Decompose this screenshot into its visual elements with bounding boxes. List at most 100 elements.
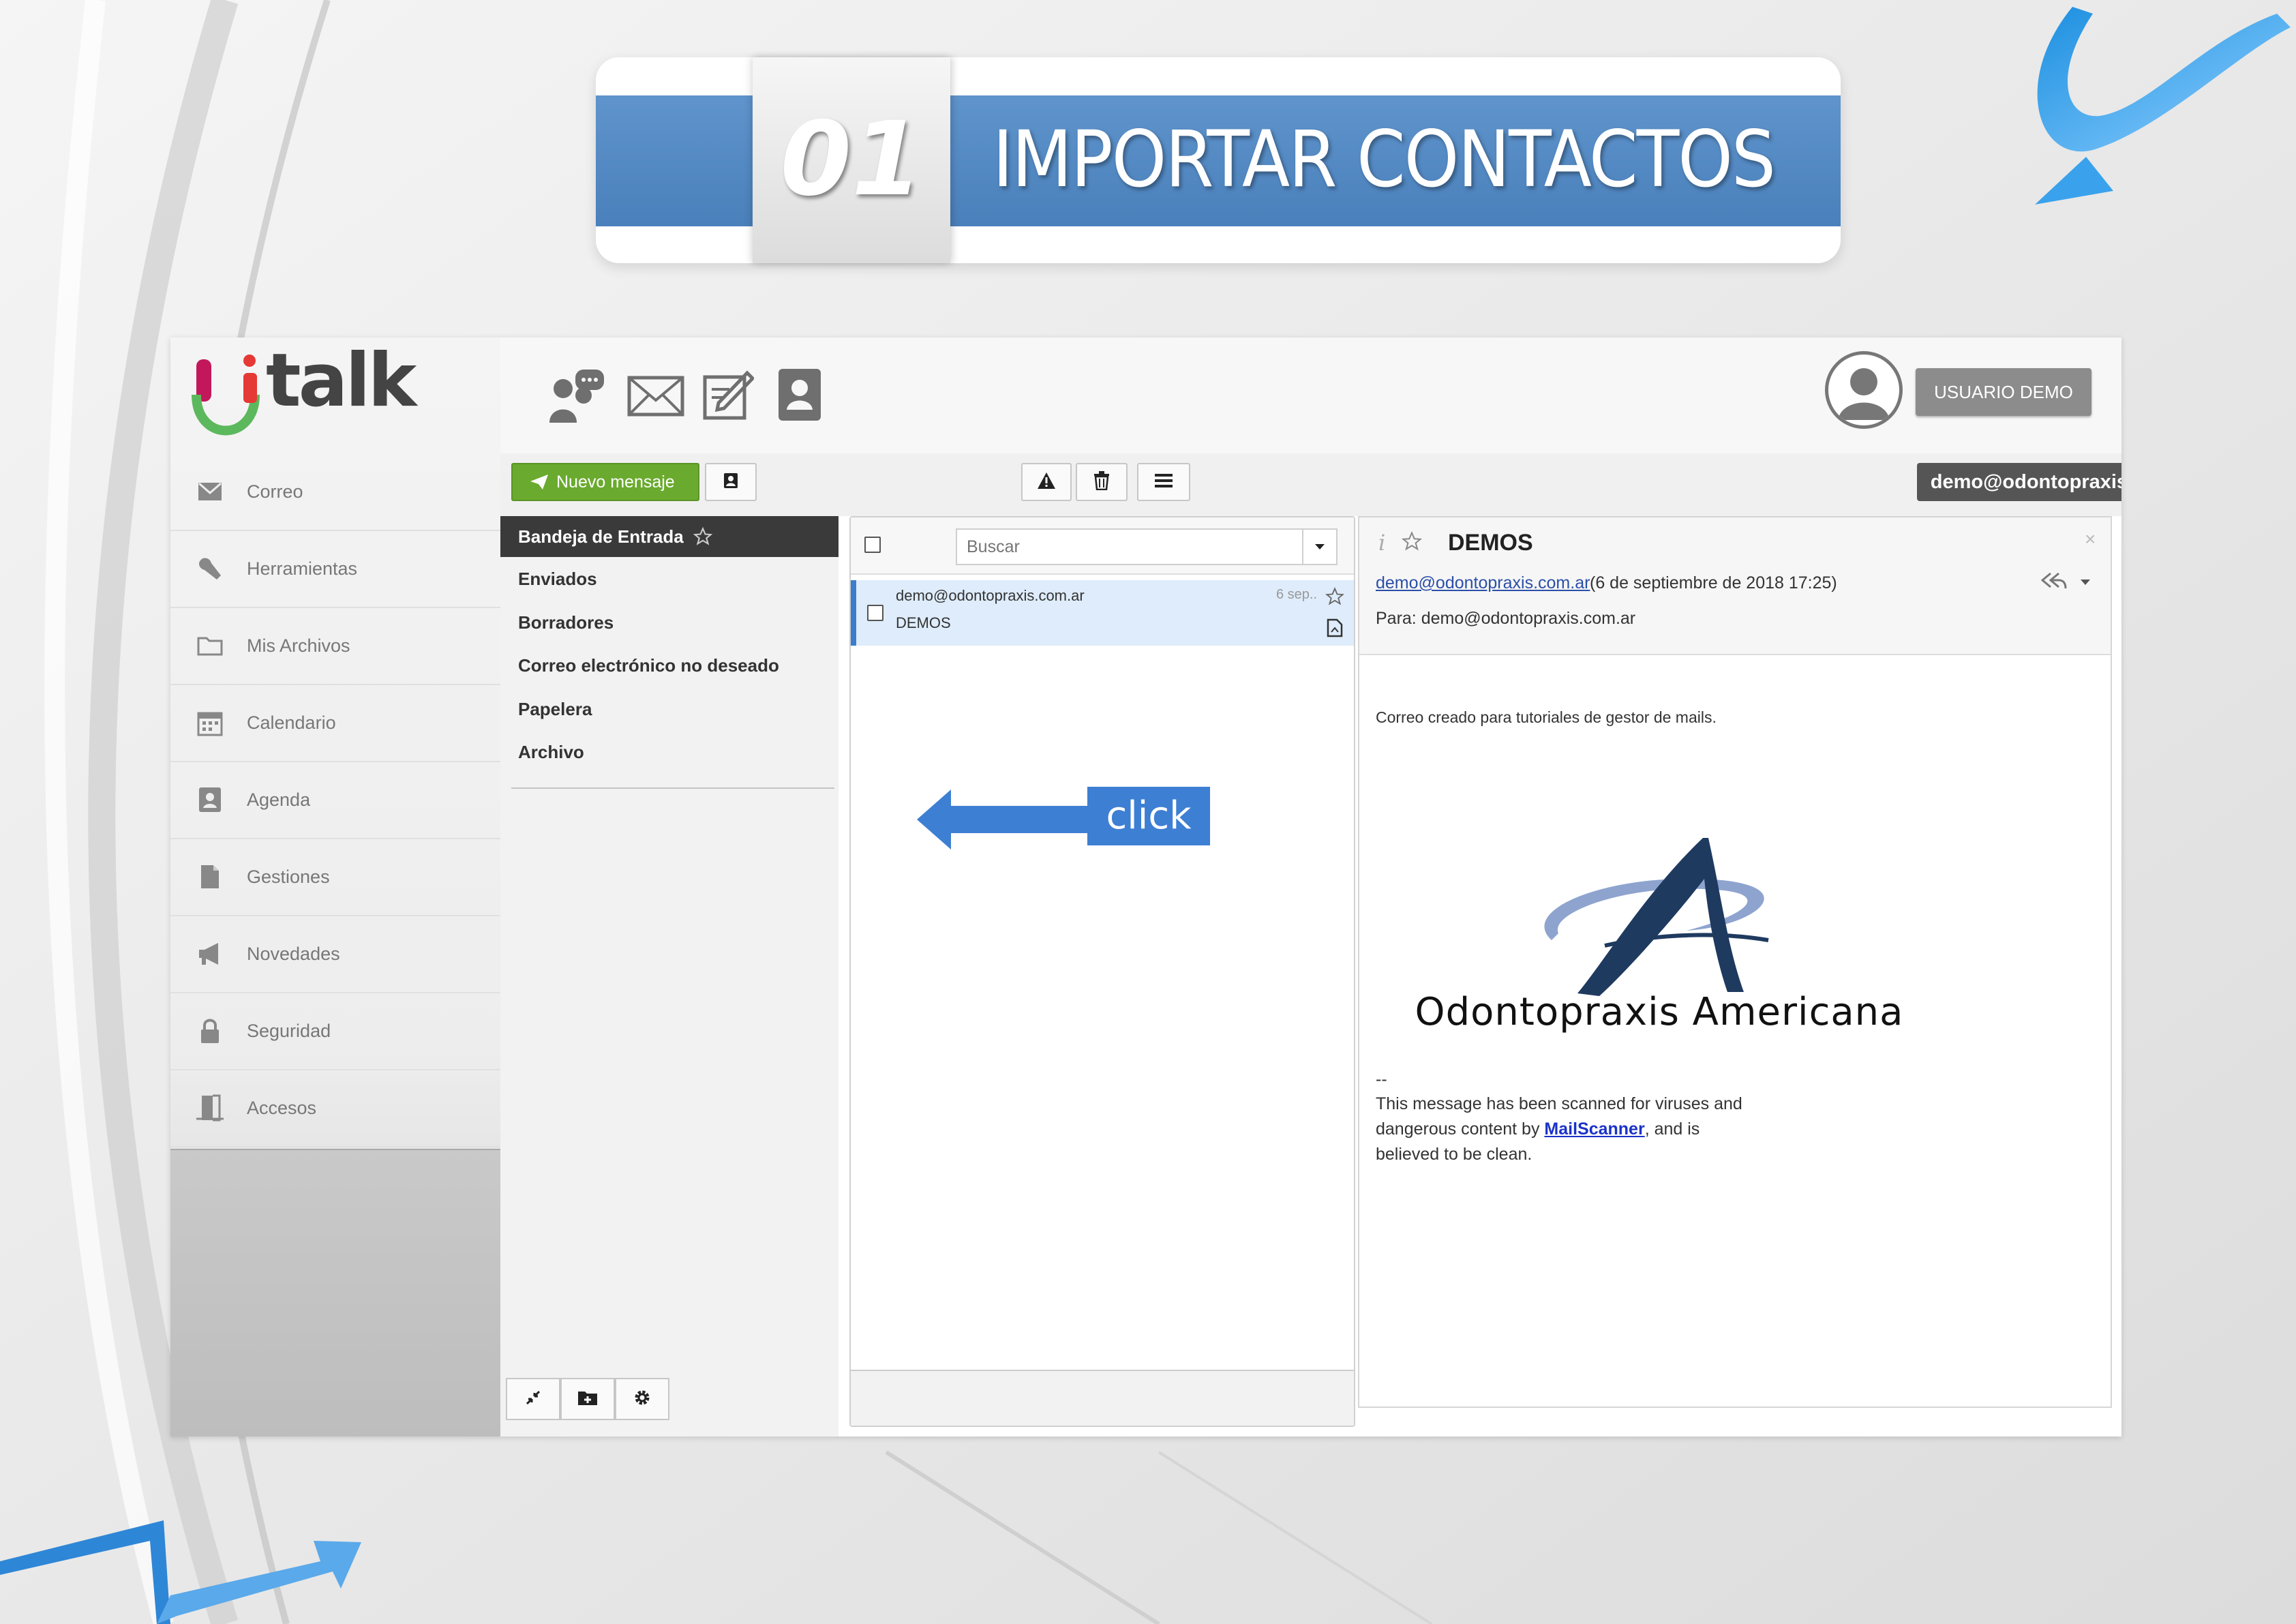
folder-plus-icon	[577, 1389, 598, 1409]
send-icon	[530, 475, 548, 490]
door-icon	[196, 1094, 224, 1122]
sidebar-item-herramientas[interactable]: Herramientas	[170, 530, 500, 608]
info-icon[interactable]: i	[1378, 530, 1385, 556]
folder-drafts[interactable]: Borradores	[500, 602, 839, 643]
folder-junk[interactable]: Correo electrónico no deseado	[500, 645, 839, 686]
click-callout: click	[917, 787, 1210, 852]
hamburger-icon	[1155, 473, 1173, 492]
contact-book-icon	[196, 786, 224, 813]
delete-button[interactable]	[1076, 463, 1128, 501]
folder-label: Papelera	[518, 698, 592, 719]
more-actions-button[interactable]	[1137, 463, 1190, 501]
folder-label: Enviados	[518, 568, 597, 589]
new-message-button[interactable]: Nuevo mensaje	[511, 463, 699, 501]
folder-label: Bandeja de Entrada	[518, 526, 684, 547]
chevron-down-icon	[1315, 544, 1325, 550]
message-checkbox[interactable]	[867, 605, 883, 621]
import-contacts-button[interactable]	[705, 463, 757, 501]
envelope-icon	[196, 478, 224, 505]
star-icon[interactable]	[1325, 586, 1345, 610]
scan-notice-line-1: This message has been scanned for viruse…	[1376, 1094, 1742, 1113]
sidebar-item-correo[interactable]: Correo	[170, 453, 500, 531]
mail-icon[interactable]	[627, 376, 684, 420]
sidebar-item-label: Calendario	[247, 712, 336, 733]
sidebar-item-gestiones[interactable]: Gestiones	[170, 839, 500, 916]
sidebar-item-calendario[interactable]: Calendario	[170, 685, 500, 762]
scan-notice-line-3: believed to be clean.	[1376, 1145, 1532, 1164]
account-email-button[interactable]: demo@odontopraxis.com.ar	[1917, 463, 2121, 501]
folder-list: Bandeja de Entrada Enviados Borradores C…	[500, 516, 839, 1437]
star-icon[interactable]	[1401, 530, 1423, 555]
search-input[interactable]	[965, 537, 1295, 558]
folder-trash[interactable]: Papelera	[500, 689, 839, 730]
sidebar-item-accesos[interactable]: Accesos	[170, 1070, 500, 1147]
folder-label: Archivo	[518, 741, 584, 762]
sidebar-item-label: Seguridad	[247, 1020, 331, 1041]
message-body: Correo creado para tutoriales de gestor …	[1376, 708, 1717, 726]
reading-pane: i DEMOS × demo@odontopraxis.com.ar (6 de…	[1358, 516, 2112, 1408]
odontopraxis-logo-text: Odontopraxis Americana	[1415, 990, 1904, 1034]
document-icon	[196, 863, 224, 890]
user-avatar[interactable]	[1825, 351, 1903, 429]
message-list: demo@odontopraxis.com.ar DEMOS 6 sep..	[849, 516, 1355, 1427]
sidebar-item-label: Accesos	[247, 1097, 317, 1118]
message-header: i DEMOS × demo@odontopraxis.com.ar (6 de…	[1359, 517, 2111, 655]
contacts-icon[interactable]	[776, 367, 824, 425]
compose-icon[interactable]	[702, 369, 755, 424]
sidebar-item-label: Agenda	[247, 789, 311, 810]
mailscanner-link[interactable]: MailScanner	[1544, 1119, 1644, 1139]
wrench-icon	[196, 555, 224, 582]
mail-toolbar: Nuevo mensaje demo@odontopraxis.com.ar	[500, 453, 2121, 516]
chevron-down-icon[interactable]	[2081, 576, 2090, 588]
sidebar-item-agenda[interactable]: Agenda	[170, 762, 500, 839]
folder-inbox[interactable]: Bandeja de Entrada	[500, 516, 839, 557]
chat-icon[interactable]	[548, 368, 605, 427]
folder-settings-button[interactable]	[615, 1378, 669, 1420]
sidebar-item-label: Mis Archivos	[247, 635, 350, 656]
message-subject-title: DEMOS	[1448, 530, 1533, 556]
user-menu-button[interactable]: USUARIO DEMO	[1916, 368, 2091, 416]
star-icon[interactable]	[693, 527, 712, 546]
warning-icon	[1037, 472, 1056, 493]
folder-sent[interactable]: Enviados	[500, 558, 839, 599]
search-options-button[interactable]	[1302, 530, 1336, 564]
sender-link[interactable]: demo@odontopraxis.com.ar	[1376, 573, 1590, 593]
folder-label: Borradores	[518, 612, 614, 633]
sidebar-item-novedades[interactable]: Novedades	[170, 916, 500, 993]
folder-divider	[511, 787, 834, 789]
title-banner: 01 IMPORTAR CONTACTOS	[596, 57, 1841, 263]
message-list-header	[851, 517, 1354, 575]
folder-icon	[196, 632, 224, 659]
left-sidebar: talk Correo Herramientas Mis Archivos Ca…	[170, 337, 500, 1437]
scan-notice-text: dangerous content by	[1376, 1119, 1545, 1139]
reply-all-icon[interactable]	[2040, 571, 2067, 595]
folder-archive[interactable]: Archivo	[500, 732, 839, 772]
sidebar-item-label: Novedades	[247, 943, 340, 964]
message-date: (6 de septiembre de 2018 17:25)	[1590, 573, 1837, 592]
address-book-icon	[723, 472, 739, 492]
message-row[interactable]: demo@odontopraxis.com.ar DEMOS 6 sep..	[851, 580, 1354, 646]
sidebar-item-seguridad[interactable]: Seguridad	[170, 993, 500, 1070]
select-all-checkbox[interactable]	[864, 537, 881, 553]
megaphone-icon	[196, 940, 224, 967]
step-number: 01	[780, 100, 923, 219]
utalk-logo: talk	[187, 338, 432, 449]
sidebar-item-label: Herramientas	[247, 558, 358, 579]
message-from: demo@odontopraxis.com.ar	[896, 587, 1085, 604]
sidebar-item-label: Correo	[247, 481, 303, 502]
message-list-footer	[851, 1370, 1354, 1426]
banner-title: IMPORTAR CONTACTOS	[993, 114, 1776, 205]
click-label: click	[1106, 794, 1192, 838]
calendar-icon	[196, 709, 224, 736]
sidebar-item-mis-archivos[interactable]: Mis Archivos	[170, 607, 500, 685]
attachment-icon	[1327, 618, 1343, 641]
logo-text: talk	[266, 338, 417, 423]
lock-icon	[196, 1017, 224, 1044]
new-folder-button[interactable]	[560, 1378, 615, 1420]
close-icon[interactable]: ×	[2085, 528, 2096, 550]
search-box[interactable]	[956, 528, 1338, 565]
spam-button[interactable]	[1021, 463, 1072, 501]
collapse-button[interactable]	[506, 1378, 560, 1420]
sidebar-item-label: Gestiones	[247, 866, 330, 887]
message-date: 6 sep..	[1276, 587, 1318, 602]
